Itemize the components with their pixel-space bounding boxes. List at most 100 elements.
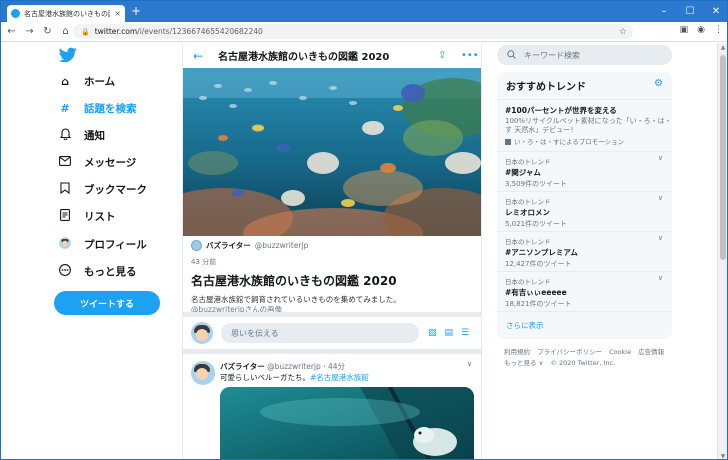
trend-item[interactable]: 日本のトレンド レミオロメン 5,021件のツイート ∨: [497, 191, 672, 231]
url-path: /i/events/1236674655420682240: [137, 27, 263, 36]
compose-tools: ▨ ▤ ☰: [428, 328, 469, 338]
sidebar-item-lists[interactable]: リスト: [58, 206, 116, 226]
image-icon[interactable]: ▨: [428, 328, 437, 338]
more-options-icon[interactable]: •••: [461, 50, 479, 61]
chevron-down-icon[interactable]: ∨: [658, 274, 663, 282]
extension-icon[interactable]: ▣: [680, 25, 689, 35]
show-more-link[interactable]: さらに表示: [506, 320, 544, 331]
scroll-down-icon[interactable]: ▼: [719, 453, 727, 459]
bookmark-icon: [58, 181, 72, 197]
footer-link-ads[interactable]: 広告情報: [638, 348, 664, 356]
footer-link-privacy[interactable]: プライバシーポリシー: [537, 348, 602, 356]
footer-copyright: © 2020 Twitter, Inc.: [550, 359, 616, 367]
minimize-icon[interactable]: –: [651, 1, 677, 22]
trend-item[interactable]: #100パーセントが世界を変える 100%リサイクルペット素材になった「い・ろ・…: [497, 99, 672, 147]
scroll-up-icon[interactable]: ▲: [719, 44, 727, 51]
trend-item[interactable]: 日本のトレンド #関ジャム 3,509件のツイート ∨: [497, 151, 672, 191]
event-author[interactable]: バズライター @buzzwriterjp: [191, 240, 476, 251]
account-icon[interactable]: ◉: [697, 25, 705, 35]
scrollbar-thumb[interactable]: [720, 55, 726, 260]
trend-name: #アニソンプレミアム: [505, 248, 578, 257]
toolbar-actions: ▣ ◉ ⋮: [680, 25, 723, 35]
trends-panel: おすすめトレンド ⚙ #100パーセントが世界を変える 100%リサイクルペット…: [497, 72, 672, 339]
avatar: [191, 322, 213, 344]
footer-link-cookie[interactable]: Cookie: [609, 348, 631, 356]
avatar[interactable]: [191, 361, 215, 385]
bell-icon: [58, 127, 72, 143]
home-button-icon[interactable]: ⌂: [58, 26, 73, 37]
sidebar-item-explore[interactable]: # 話題を検索: [58, 98, 136, 118]
poll-icon[interactable]: ☰: [461, 328, 469, 338]
maximize-icon[interactable]: ☐: [677, 1, 703, 22]
tweet-time[interactable]: 44分: [328, 362, 345, 371]
trend-item[interactable]: 日本のトレンド #有吉ぃぃeeeee 18,821件のツイート ∨: [497, 271, 672, 311]
window-controls: – ☐ ✕: [651, 1, 727, 22]
footer-link-terms[interactable]: 利用規約: [504, 348, 530, 356]
tweet-author-handle: @buzzwriterjp: [267, 362, 321, 371]
sidebar-item-home[interactable]: ⌂ ホーム: [58, 71, 115, 91]
sidebar-item-more[interactable]: もっと見る: [58, 261, 137, 281]
tweet[interactable]: バズライター @buzzwriterjp · 44分 ∨ 可愛らしいベルーガたち…: [183, 353, 481, 459]
trends-title: おすすめトレンド: [506, 82, 586, 93]
home-icon: ⌂: [61, 74, 69, 88]
page-title: 名古屋港水族館のいきもの図鑑 2020: [218, 52, 390, 63]
menu-kebab-icon[interactable]: ⋮: [714, 25, 723, 35]
chevron-down-icon[interactable]: ∨: [467, 360, 472, 368]
search-input[interactable]: キーワード検索: [497, 45, 672, 65]
browser-toolbar: ← → ↻ ⌂ 🔒 twitter.com/i/events/123667465…: [1, 22, 727, 42]
sidebar-item-bookmarks[interactable]: ブックマーク: [58, 179, 147, 199]
browser-title-bar: 名古屋港水族館のいきもの図鑑 20 × + – ☐ ✕: [1, 1, 727, 22]
twitter-bird-icon[interactable]: [58, 47, 77, 65]
new-tab-button[interactable]: +: [131, 5, 141, 18]
sidebar-item-label: 通知: [84, 129, 105, 142]
sidebar-item-label: リスト: [84, 210, 116, 223]
event-time: 43 分前: [191, 258, 217, 266]
browser-tab[interactable]: 名古屋港水族館のいきもの図鑑 20 ×: [7, 5, 125, 22]
sidebar-item-label: ホーム: [84, 75, 116, 88]
tweet-author-name[interactable]: バズライター: [220, 362, 265, 371]
divider: [183, 312, 481, 317]
twitter-favicon-icon: [11, 9, 20, 18]
sidebar-item-profile[interactable]: プロフィール: [58, 234, 147, 254]
search-icon: [507, 49, 516, 61]
address-bar[interactable]: 🔒 twitter.com/i/events/12366746554206822…: [73, 24, 633, 39]
author-avatar: [191, 240, 202, 251]
bookmark-star-icon[interactable]: ☆: [619, 27, 627, 37]
event-description: 名古屋港水族館で飼育されているいきものを集めてみました。: [191, 295, 401, 304]
hashtag-link[interactable]: #名古屋港水族館: [310, 373, 369, 382]
browser-window: 名古屋港水族館のいきもの図鑑 20 × + – ☐ ✕ ← → ↻ ⌂ 🔒 tw…: [0, 0, 728, 460]
back-arrow-icon[interactable]: ←: [193, 49, 203, 63]
event-hero-image[interactable]: [183, 68, 481, 236]
sidebar-item-notifications[interactable]: 通知: [58, 125, 105, 145]
trend-count: 3,509件のツイート: [505, 180, 568, 188]
chevron-down-icon[interactable]: ∨: [658, 194, 663, 202]
page-scrollbar[interactable]: ▲ ▼: [717, 43, 727, 459]
url-host: twitter.com: [94, 27, 138, 36]
chevron-down-icon[interactable]: ∨: [658, 234, 663, 242]
compose-input[interactable]: 思いを伝える: [221, 323, 419, 343]
back-arrow-icon[interactable]: ←: [4, 26, 19, 37]
trend-promotion: い・ろ・は・すによるプロモーション: [505, 136, 672, 146]
share-icon[interactable]: ⇪: [438, 50, 446, 61]
forward-arrow-icon[interactable]: →: [22, 26, 37, 37]
window-close-icon[interactable]: ✕: [703, 1, 727, 22]
event-title: 名古屋港水族館のいきもの図鑑 2020: [191, 274, 397, 288]
trend-context: 日本のトレンド: [505, 238, 551, 246]
compose-box: 思いを伝える ▨ ▤ ☰: [183, 318, 481, 348]
tab-close-icon[interactable]: ×: [114, 9, 121, 18]
gif-icon[interactable]: ▤: [445, 328, 454, 338]
sidebar-item-messages[interactable]: メッセージ: [58, 152, 136, 172]
author-handle: @buzzwriterjp: [254, 241, 309, 250]
chevron-down-icon[interactable]: ∨: [658, 154, 663, 162]
trend-item[interactable]: 日本のトレンド #アニソンプレミアム 12,427件のツイート ∨: [497, 231, 672, 271]
gear-icon[interactable]: ⚙: [654, 78, 663, 89]
reload-icon[interactable]: ↻: [40, 26, 55, 37]
tweet-button[interactable]: ツイートする: [54, 291, 160, 315]
hash-icon: #: [60, 101, 70, 115]
sidebar-item-label: ブックマーク: [84, 183, 147, 196]
footer-link-more[interactable]: もっと見る ∨: [504, 359, 543, 367]
trend-name: レミオロメン: [505, 208, 550, 217]
tweet-media-image[interactable]: [220, 387, 474, 459]
trend-context: 日本のトレンド: [505, 278, 551, 286]
tweet-text: 可愛らしいベルーガたち。#名古屋港水族館: [220, 372, 369, 383]
